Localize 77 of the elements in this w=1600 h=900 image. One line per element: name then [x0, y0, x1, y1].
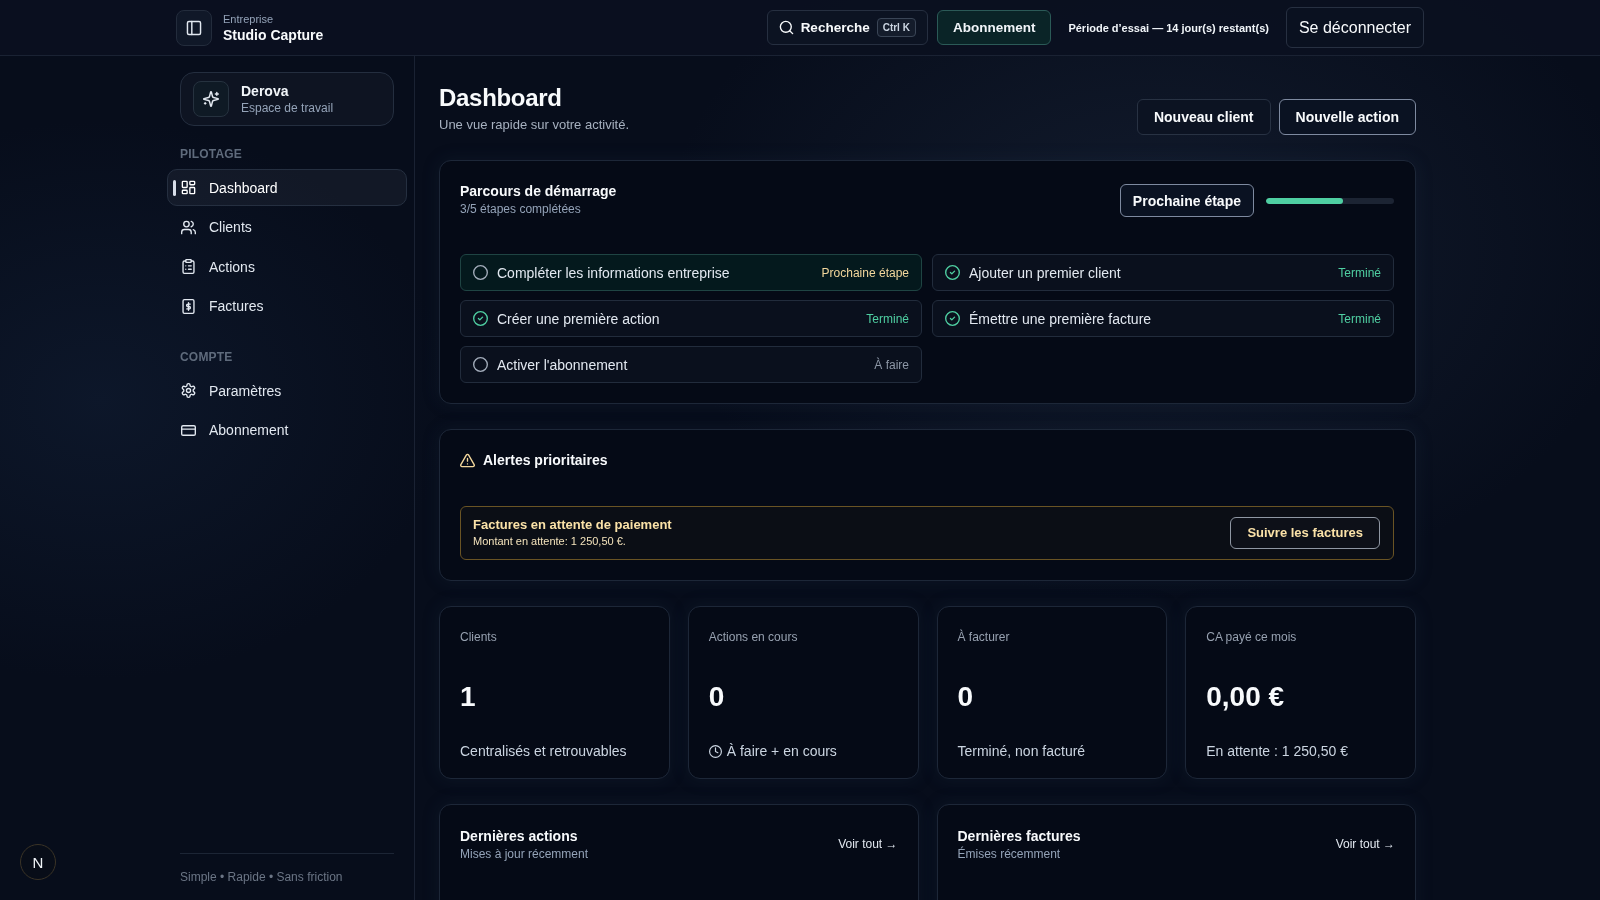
sidebar-item[interactable]: Factures: [167, 287, 407, 325]
onboarding-step[interactable]: Ajouter un premier client Terminé: [932, 254, 1394, 291]
view-all-link[interactable]: Voir tout →: [1335, 837, 1395, 851]
step-status: Terminé: [1338, 311, 1381, 326]
header-button[interactable]: Nouveau client: [1136, 99, 1271, 135]
settings-icon: [181, 383, 196, 398]
step-label: Activer l'abonnement: [497, 356, 629, 373]
follow-invoices-button[interactable]: Suivre les factures: [1230, 516, 1380, 549]
alert-detail: Montant en attente: 1 250,50 €.: [473, 534, 627, 549]
active-indicator: [173, 180, 176, 196]
onboarding-step[interactable]: Activer l'abonnement À faire: [460, 346, 922, 383]
workspace-name: Derova: [241, 82, 290, 100]
step-label: Émettre une première facture: [969, 310, 1153, 327]
step-status: Terminé: [1338, 265, 1381, 280]
users-icon: [181, 219, 196, 235]
page-subtitle: Une vue rapide sur votre activité.: [439, 116, 630, 134]
card-title: Alertes prioritaires: [483, 451, 608, 470]
receipt-icon: [181, 298, 196, 314]
section-title: PILOTAGE: [179, 147, 244, 161]
card-title: Dernières factures: [957, 827, 1081, 846]
stat-note: À faire + en cours: [726, 742, 837, 761]
shortcut-key: Ctrl K: [876, 18, 916, 37]
dev-tools-button[interactable]: N: [20, 844, 56, 880]
sidebar-item[interactable]: Abonnement: [167, 411, 407, 449]
panel-icon: [186, 19, 202, 36]
search-icon: [778, 20, 794, 35]
stat-value: 0,00 €: [1206, 680, 1286, 714]
card-subtitle: Mises à jour récemment: [460, 846, 589, 862]
dashboard-grid-icon: [181, 180, 196, 195]
trial-notice: Période d’essai — 14 jour(s) restant(s): [1068, 21, 1269, 34]
stat-value: 0: [957, 680, 975, 714]
credit-card-icon: [181, 422, 196, 438]
card-subtitle: Émises récemment: [957, 846, 1062, 862]
sidebar-item[interactable]: Dashboard: [167, 169, 407, 206]
card-title: Dernières actions: [460, 827, 579, 846]
step-label: Créer une première action: [497, 310, 661, 327]
step-label: Compléter les informations entreprise: [497, 264, 731, 281]
sidebar-item[interactable]: Paramètres: [167, 372, 407, 409]
clock-icon: [708, 744, 722, 758]
warning-icon: [460, 452, 475, 468]
company-name: Studio Capture: [223, 25, 324, 44]
onboarding-step[interactable]: Créer une première action Terminé: [460, 300, 922, 337]
stat-label: Actions en cours: [708, 629, 799, 645]
step-label: Ajouter un premier client: [969, 264, 1122, 281]
search-button[interactable]: Recherche Ctrl K: [766, 10, 928, 45]
stat-note: Terminé, non facturé: [957, 742, 1086, 761]
card-subtitle: 3/5 étapes complétées: [460, 201, 582, 217]
sparkle-icon: [193, 81, 229, 117]
step-status: Prochaine étape: [821, 265, 909, 280]
card-title: Parcours de démarrage: [460, 182, 617, 201]
section-title: COMPTE: [179, 350, 234, 364]
stat-label: Clients: [460, 629, 498, 645]
view-all-link[interactable]: Voir tout →: [838, 837, 898, 851]
header-button[interactable]: Nouvelle action: [1278, 99, 1416, 135]
stat-note: Centralisés et retrouvables: [460, 742, 627, 761]
clipboard-icon: [181, 259, 196, 274]
sidebar-item[interactable]: Actions: [167, 248, 407, 285]
workspace-card[interactable]: Derova Espace de travail: [180, 72, 394, 126]
alert-title: Factures en attente de paiement: [473, 516, 672, 534]
workspace-subtitle: Espace de travail: [241, 100, 334, 116]
step-status: Terminé: [866, 311, 909, 326]
next-step-button[interactable]: Prochaine étape: [1119, 184, 1254, 217]
onboarding-step[interactable]: Compléter les informations entreprise Prochaine étape: [460, 254, 922, 291]
stat-label: À facturer: [957, 629, 1011, 645]
subscription-button[interactable]: Abonnement: [936, 10, 1052, 45]
sidebar-item[interactable]: Clients: [167, 208, 407, 246]
logout-button[interactable]: Se déconnecter: [1285, 7, 1424, 48]
stat-note: En attente : 1 250,50 €: [1206, 742, 1348, 761]
step-status: À faire: [874, 357, 909, 372]
stat-value: 1: [460, 680, 477, 714]
sidebar-toggle-button[interactable]: [176, 9, 212, 46]
stat-label: CA payé ce mois: [1206, 629, 1298, 645]
sidebar-tagline: Simple • Rapide • Sans friction: [180, 870, 343, 884]
company-label: Entreprise: [223, 11, 275, 26]
page-title: Dashboard: [439, 83, 563, 113]
stat-value: 0: [708, 680, 726, 714]
onboarding-step[interactable]: Émettre une première facture Terminé: [932, 300, 1394, 337]
